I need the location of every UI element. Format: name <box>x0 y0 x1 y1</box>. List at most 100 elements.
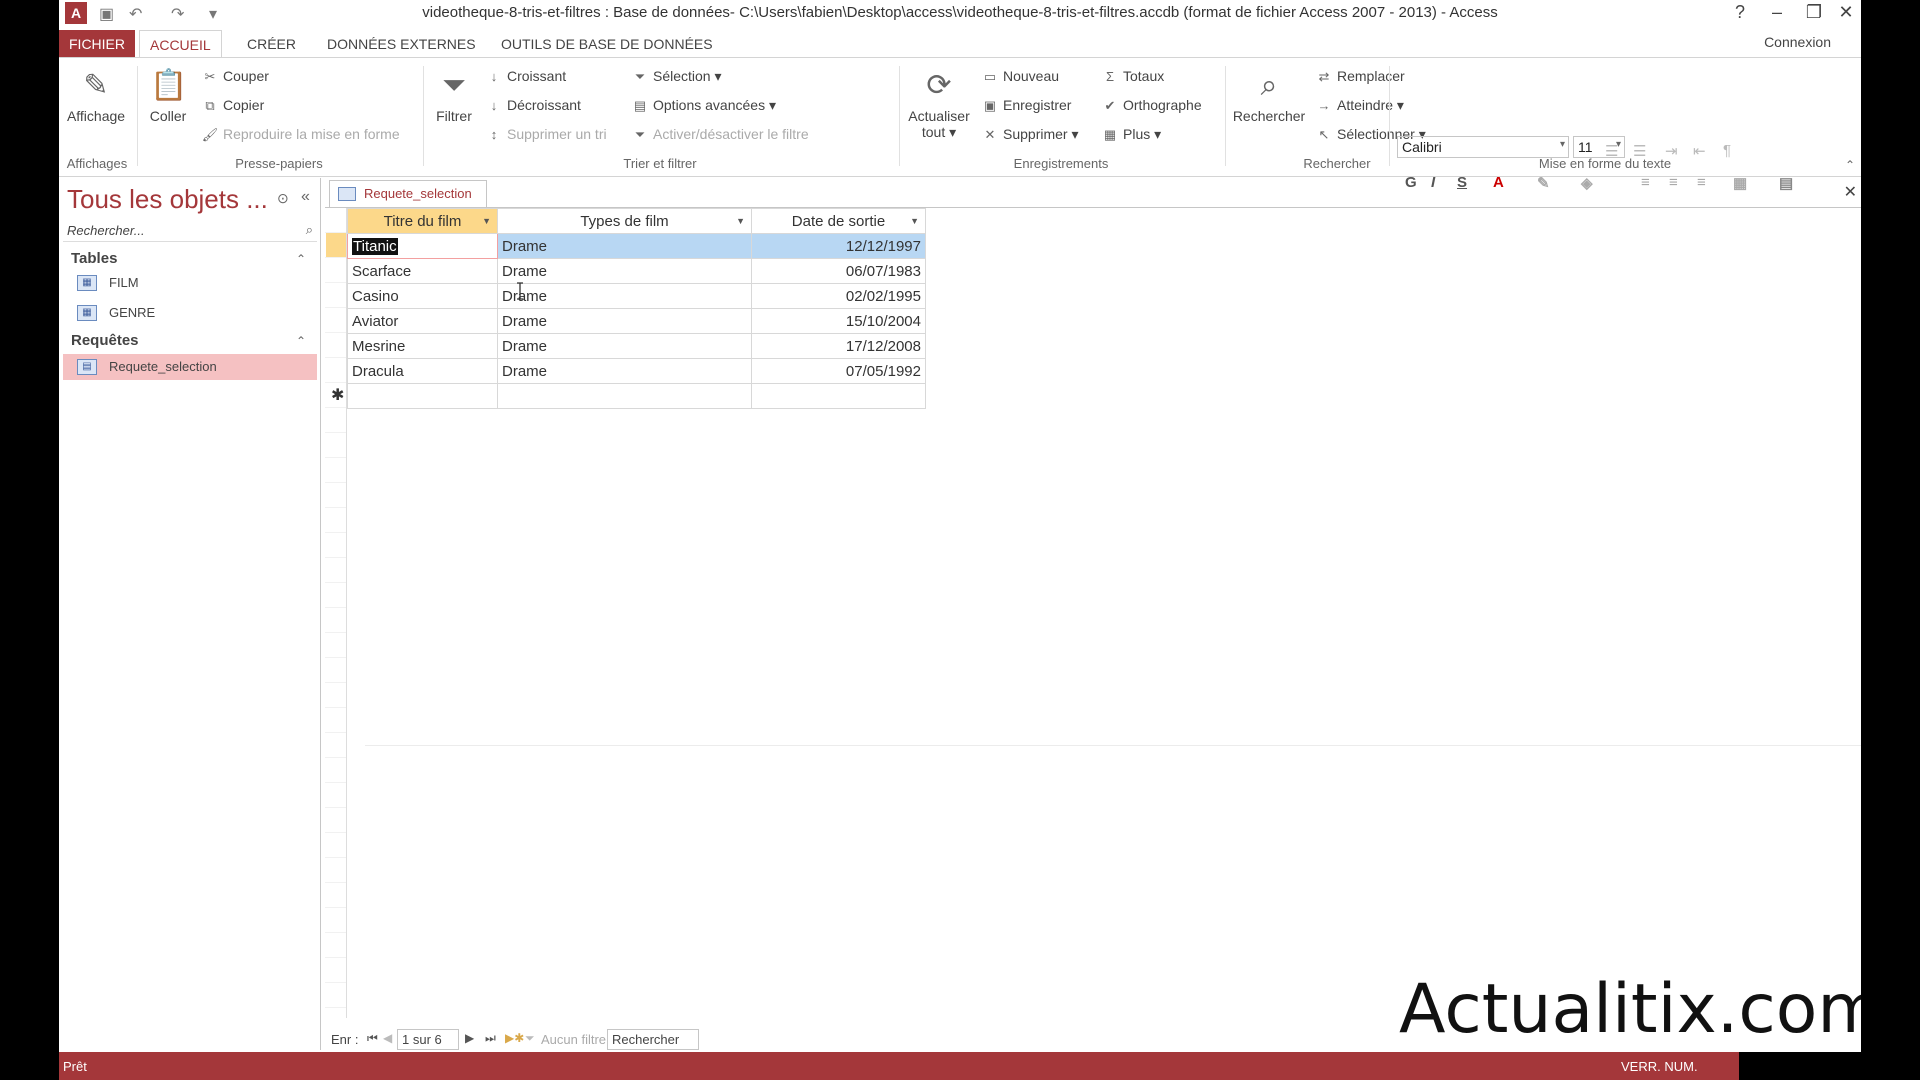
nav-menu-icon[interactable]: ⊙ <box>277 190 289 207</box>
sort-desc-button[interactable]: ↓ Décroissant <box>485 97 581 113</box>
column-header-date[interactable]: Date de sortie ▼ <box>751 208 926 234</box>
close-button[interactable]: ✕ <box>1831 2 1861 23</box>
nav-section-requetes[interactable]: Requêtes <box>71 332 139 349</box>
fill-color-icon[interactable]: ◈ <box>1581 174 1593 192</box>
filter-status[interactable]: Aucun filtre <box>541 1032 606 1047</box>
doc-tab-requete-selection[interactable]: Requete_selection <box>329 180 487 208</box>
cell-type[interactable]: Drame <box>497 283 752 309</box>
save-record-button[interactable]: ▣ Enregistrer <box>981 97 1072 114</box>
goto-dropdown[interactable]: → Atteindre ▾ <box>1315 97 1404 114</box>
chevron-up-icon[interactable]: ⌃ <box>296 334 306 348</box>
nav-item-film[interactable]: ▦ FILM <box>63 270 317 296</box>
chevron-down-icon[interactable]: ▼ <box>910 216 919 226</box>
align-right-icon[interactable]: ≡ <box>1697 174 1706 191</box>
cell-titre[interactable]: Casino <box>347 283 498 309</box>
chevron-down-icon[interactable]: ▼ <box>736 216 745 226</box>
cell-date[interactable]: 02/02/1995 <box>751 283 926 309</box>
font-color-icon[interactable]: A <box>1493 174 1504 191</box>
chevron-down-icon: ▾ <box>1559 139 1565 150</box>
refresh-all-button[interactable]: ⟳ Actualiser tout ▾ <box>903 68 975 141</box>
first-record-icon[interactable]: ⏮ <box>367 1031 378 1046</box>
delete-record-button[interactable]: ✕ Supprimer ▾ <box>981 126 1079 143</box>
cell-titre[interactable]: Titanic <box>347 233 498 259</box>
column-header-types[interactable]: Types de film ▼ <box>497 208 752 234</box>
cell-date[interactable]: 15/10/2004 <box>751 308 926 334</box>
minimize-button[interactable]: – <box>1762 2 1792 23</box>
cell-date[interactable]: 06/07/1983 <box>751 258 926 284</box>
restore-button[interactable]: ❐ <box>1799 2 1829 23</box>
nav-item-requete-selection[interactable]: ▤ Requete_selection <box>63 354 317 380</box>
new-record-button[interactable]: ▭ Nouveau <box>981 68 1059 85</box>
format-painter-button[interactable]: 🖌 Reproduire la mise en forme <box>201 126 400 143</box>
bold-button[interactable]: G <box>1405 174 1417 191</box>
table-icon: ▦ <box>77 275 97 291</box>
align-center-icon[interactable]: ≡ <box>1669 174 1678 191</box>
current-record-input[interactable]: 1 sur 6 <box>397 1029 459 1050</box>
new-record-icon: ✱ <box>331 387 345 404</box>
group-affichages: Affichages <box>66 156 128 171</box>
font-name-select[interactable]: Calibri ▾ <box>1397 136 1569 158</box>
collapse-pane-icon[interactable]: « <box>301 188 310 206</box>
cell-new-date[interactable] <box>751 383 926 409</box>
underline-button[interactable]: S <box>1457 174 1467 191</box>
nav-search-input[interactable]: Rechercher... ⌕ <box>63 220 317 242</box>
spelling-button[interactable]: ✔ Orthographe <box>1101 97 1202 114</box>
selection-dropdown[interactable]: ⏷ Sélection ▾ <box>631 68 722 85</box>
cell-new-type[interactable] <box>497 383 752 409</box>
alt-row-color-icon[interactable]: ▤ <box>1779 174 1793 192</box>
cell-titre[interactable]: Dracula <box>347 358 498 384</box>
cell-date[interactable]: 07/05/1992 <box>751 358 926 384</box>
cell-type[interactable]: Drame <box>497 233 752 259</box>
copy-button[interactable]: ⧉ Copier <box>201 97 264 114</box>
advanced-options-dropdown[interactable]: ▤ Options avancées ▾ <box>631 97 776 114</box>
last-record-icon[interactable]: ⏭ <box>485 1031 496 1046</box>
cell-type[interactable]: Drame <box>497 258 752 284</box>
collapse-ribbon-icon[interactable]: ⌃ <box>1845 158 1855 172</box>
chevron-down-icon[interactable]: ▼ <box>482 216 491 226</box>
cell-date[interactable]: 17/12/2008 <box>751 333 926 359</box>
highlight-icon[interactable]: ✎ <box>1537 174 1550 192</box>
column-header-titre[interactable]: Titre du film ▼ <box>347 208 498 234</box>
cell-titre[interactable]: Scarface <box>347 258 498 284</box>
cut-button[interactable]: ✂ Couper <box>201 68 269 85</box>
cell-titre[interactable]: Mesrine <box>347 333 498 359</box>
tab-donnees-externes[interactable]: DONNÉES EXTERNES <box>317 30 486 58</box>
more-dropdown[interactable]: ▦ Plus ▾ <box>1101 126 1161 143</box>
tab-accueil[interactable]: ACCUEIL <box>139 30 222 58</box>
sort-asc-button[interactable]: ↓ Croissant <box>485 68 566 84</box>
tab-file[interactable]: FICHIER <box>59 30 135 58</box>
search-icon[interactable]: ⌕ <box>306 222 313 238</box>
cell-date[interactable]: 12/12/1997 <box>751 233 926 259</box>
previous-record-icon[interactable]: ◀ <box>383 1031 392 1045</box>
totals-button[interactable]: Σ Totaux <box>1101 68 1164 84</box>
remove-sort-button[interactable]: ↕ Supprimer un tri <box>485 126 607 142</box>
nav-item-genre[interactable]: ▦ GENRE <box>63 300 317 326</box>
cell-titre[interactable]: Aviator <box>347 308 498 334</box>
view-button[interactable]: ✎ Affichage <box>61 68 131 124</box>
record-selector-current[interactable] <box>326 233 346 257</box>
replace-button[interactable]: ⇄ Remplacer <box>1315 68 1405 85</box>
cell-type[interactable]: Drame <box>497 308 752 334</box>
next-record-icon[interactable]: ▶ <box>465 1031 474 1045</box>
cell-type[interactable]: Drame <box>497 358 752 384</box>
tab-creer[interactable]: CRÉER <box>237 30 306 58</box>
toggle-filter-button[interactable]: ⏷ Activer/désactiver le filtre <box>631 126 809 143</box>
italic-button[interactable]: I <box>1431 174 1435 191</box>
new-record-nav-icon[interactable]: ▶✱ <box>505 1031 524 1045</box>
record-search-input[interactable]: Rechercher <box>607 1029 699 1050</box>
cell-type[interactable]: Drame <box>497 333 752 359</box>
paste-button[interactable]: 📋 Coller <box>143 68 193 124</box>
nav-section-tables[interactable]: Tables <box>71 250 117 267</box>
nav-pane-title[interactable]: Tous les objets ... <box>67 184 268 215</box>
find-button[interactable]: ⌕ Rechercher <box>1229 68 1309 124</box>
cell-new-titre[interactable] <box>347 383 498 409</box>
filter-button[interactable]: ⏷ Filtrer <box>429 68 479 124</box>
chevron-up-icon[interactable]: ⌃ <box>296 252 306 266</box>
connexion-link[interactable]: Connexion <box>1764 34 1831 50</box>
help-button[interactable]: ? <box>1725 2 1755 23</box>
tab-outils[interactable]: OUTILS DE BASE DE DONNÉES <box>491 30 723 58</box>
align-left-icon[interactable]: ≡ <box>1641 174 1650 191</box>
group-presse-papiers: Presse-papiers <box>235 156 323 171</box>
gridlines-icon[interactable]: ▦ <box>1733 174 1747 192</box>
close-document-icon[interactable]: ✕ <box>1844 182 1857 202</box>
